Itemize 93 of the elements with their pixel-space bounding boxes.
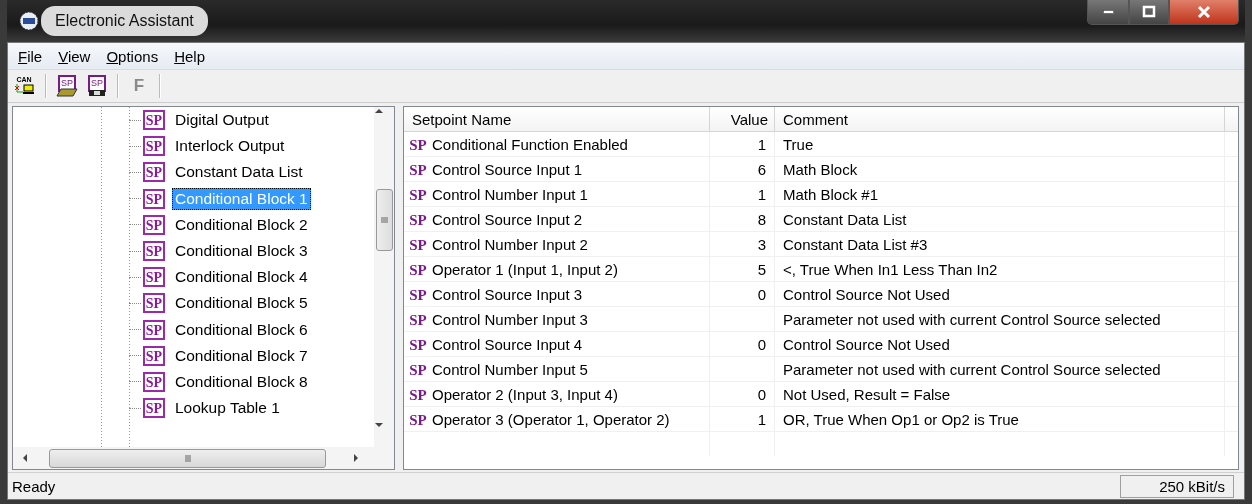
tree-item[interactable]: Constant Data List [172,161,306,184]
sp-icon: SP [408,210,428,228]
horizontal-scrollbar[interactable] [13,447,394,469]
sp-icon: SP [143,319,165,340]
save-file-button[interactable]: SP [84,73,110,99]
menu-item[interactable]: View [50,45,99,67]
setpoint-comment: True [783,135,814,153]
sp-icon: SP [408,285,428,303]
scroll-grip-icon [184,452,191,464]
tree-item[interactable]: Conditional Block 6 [172,318,311,341]
sp-icon: SP [143,371,165,392]
setpoint-value: 1 [757,410,766,428]
setpoint-name: Control Number Input 2 [432,235,588,253]
setpoint-comment: <, True When In1 Less Than In2 [783,260,998,278]
minimize-icon [1102,10,1114,14]
setpoint-comment: Not Used, Result = False [783,385,951,403]
setpoint-value: 5 [757,260,766,278]
sp-icon: SP [143,214,165,235]
sp-icon: SP [143,293,165,314]
window-title: Electronic Assistant [41,6,208,36]
column-header[interactable]: Value [710,107,775,132]
setpoint-value: 0 [757,385,766,403]
setpoint-name: Control Source Input 2 [432,210,583,228]
baud-rate-panel: 250 kBit/s [1120,474,1234,498]
maximize-icon [1141,5,1157,19]
setpoint-value: 1 [757,135,766,153]
sp-icon: SP [143,398,165,419]
setpoint-name: Control Source Input 3 [432,285,583,303]
menu-item[interactable]: Help [166,45,213,67]
setpoint-name: Control Number Input 1 [432,185,588,203]
scroll-right-icon[interactable] [352,453,360,463]
open-file-button[interactable]: SP [54,73,80,99]
sp-icon: SP [143,345,165,366]
sp-icon: SP [143,136,165,157]
column-header[interactable]: Setpoint Name [404,107,710,132]
vertical-scrollbar[interactable] [374,107,394,447]
menu-item[interactable]: File [10,45,51,67]
setpoint-name: Control Source Input 4 [432,335,583,353]
sp-icon: SP [408,160,428,178]
app-logo-icon [19,11,39,31]
menu-item[interactable]: Options [98,45,167,67]
scroll-left-icon[interactable] [21,453,29,463]
setpoint-comment: Math Block [783,160,858,178]
setpoint-comment: Parameter not used with current Control Source selected [783,310,1161,328]
setpoint-comment: Constant Data List #3 [783,235,928,253]
close-icon [1196,5,1212,19]
sp-icon: SP [143,241,165,262]
tree-item[interactable]: Conditional Block 8 [172,370,311,393]
setpoint-value: 6 [757,160,766,178]
scroll-grip-icon [378,217,390,223]
close-button[interactable] [1169,0,1239,25]
sp-icon: SP [143,162,165,183]
setpoint-name: Control Number Input 3 [432,310,588,328]
sp-icon: SP [408,385,428,403]
setpoint-name: Control Source Input 1 [432,160,583,178]
setpoint-value: 0 [757,335,766,353]
setpoint-comment: Constant Data List [783,210,907,228]
setpoint-comment: OR, True When Op1 or Op2 is True [783,410,1019,428]
tree-item[interactable]: Conditional Block 4 [172,266,311,289]
sp-icon: SP [408,310,428,328]
tree-item[interactable]: Conditional Block 2 [172,213,311,236]
sp-icon: SP [408,360,428,378]
setpoint-value: 8 [757,210,766,228]
setpoint-name: Operator 3 (Operator 1, Operator 2) [432,410,670,428]
sp-icon: SP [408,135,428,153]
tree-item[interactable]: Lookup Table 1 [172,397,283,420]
setpoint-comment: Parameter not used with current Control Source selected [783,360,1161,378]
sp-icon: SP [408,335,428,353]
setpoint-name: Operator 2 (Input 3, Input 4) [432,385,618,403]
setpoint-comment: Math Block #1 [783,185,879,203]
sp-icon: SP [143,267,165,288]
setpoint-value: 0 [757,285,766,303]
sp-icon: SP [143,110,165,131]
tree-item[interactable]: Conditional Block 5 [172,292,311,315]
setpoint-name: Control Number Input 5 [432,360,588,378]
sp-icon: SP [143,188,165,209]
maximize-button[interactable] [1129,0,1169,25]
setpoint-comment: Control Source Not Used [783,285,950,303]
tree-item[interactable]: Interlock Output [172,135,288,158]
sp-icon: SP [408,185,428,203]
column-header[interactable]: Comment [775,107,1225,132]
setpoint-value: 1 [757,185,766,203]
tree-item[interactable]: Conditional Block 3 [172,240,311,263]
sp-icon: SP [408,235,428,253]
sp-icon: SP [408,410,428,428]
setpoint-name: Conditional Function Enabled [432,135,628,153]
status-message: Ready [12,477,57,495]
setpoint-value: 3 [757,235,766,253]
setpoint-name: Operator 1 (Input 1, Input 2) [432,260,618,278]
sp-icon: SP [408,260,428,278]
tree-item[interactable]: Conditional Block 7 [172,344,311,367]
tree-item[interactable]: Digital Output [172,109,272,132]
setpoint-comment: Control Source Not Used [783,335,950,353]
